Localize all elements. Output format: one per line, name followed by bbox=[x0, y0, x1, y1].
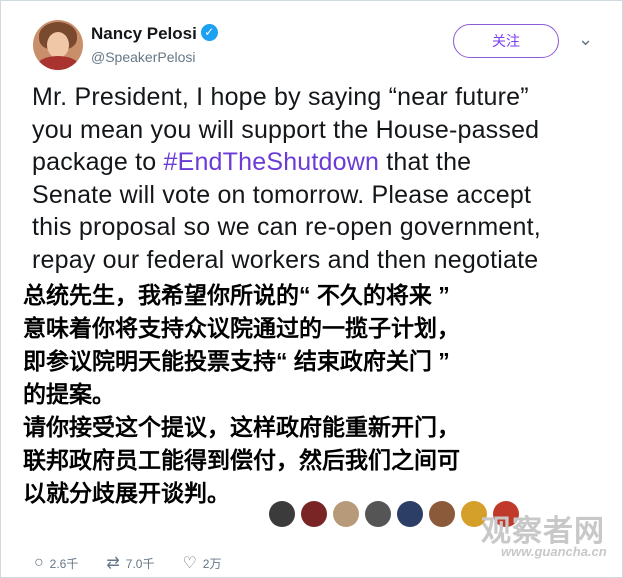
translation-line: 意味着你将支持众议院通过的一揽子计划， bbox=[23, 315, 460, 341]
tweet-text: Mr. President, I hope by saying “near fu… bbox=[32, 81, 607, 276]
retweet-count: 7.0千 bbox=[125, 556, 155, 571]
tweet-line: Mr. President, I hope by saying “near fu… bbox=[32, 83, 529, 111]
watermark-url: www.guancha.cn bbox=[501, 544, 607, 559]
liker-avatar[interactable] bbox=[429, 501, 455, 527]
like-count: 2万 bbox=[202, 556, 222, 571]
heart-icon: ♡ bbox=[182, 555, 197, 572]
hashtag-link[interactable]: #EndTheShutdown bbox=[163, 148, 379, 176]
translation-line: 即参议院明天能投票支持“ 结束政府关门 ” bbox=[23, 348, 450, 374]
verified-badge-icon: ✓ bbox=[200, 24, 218, 41]
author-handle[interactable]: @SpeakerPelosi bbox=[91, 49, 218, 65]
tweet-actions: ○ 2.6千 ⇄ 7.0千 ♡ 2万 bbox=[34, 552, 249, 574]
tweet-line: Senate will vote on tomorrow. Please acc… bbox=[32, 180, 532, 209]
translation-line: 联邦政府员工能得到偿付，然后我们之间可 bbox=[23, 447, 460, 473]
liker-avatar[interactable] bbox=[333, 501, 359, 527]
translation-line: 请你接受这个提议，这样政府能重新开门， bbox=[23, 414, 460, 440]
follow-button[interactable]: 关注 bbox=[453, 24, 559, 58]
tweet-card: Nancy Pelosi ✓ @SpeakerPelosi 关注 ⌄ Mr. Pr… bbox=[0, 0, 623, 578]
chevron-down-icon[interactable]: ⌄ bbox=[578, 29, 593, 50]
retweet-action[interactable]: ⇄ 7.0千 bbox=[106, 553, 154, 573]
liker-avatar[interactable] bbox=[301, 501, 327, 527]
avatar[interactable] bbox=[33, 20, 83, 70]
author-name[interactable]: Nancy Pelosi bbox=[91, 24, 197, 44]
like-action[interactable]: ♡ 2万 bbox=[182, 553, 221, 573]
retweet-icon: ⇄ bbox=[106, 555, 120, 572]
liker-avatar[interactable] bbox=[365, 501, 391, 527]
translation-line: 总统先生，我希望你所说的“ 不久的将来 ” bbox=[23, 282, 450, 308]
reply-icon: ○ bbox=[34, 554, 44, 571]
tweet-line: you mean you will support the House-pass… bbox=[32, 115, 540, 144]
translation-overlay: 总统先生，我希望你所说的“ 不久的将来 ” 意味着你将支持众议院通过的一揽子计划… bbox=[23, 279, 583, 510]
tweet-line: package to #EndTheShutdown that the bbox=[32, 148, 472, 176]
reply-action[interactable]: ○ 2.6千 bbox=[34, 554, 78, 572]
tweet-line: this proposal so we can re-open governme… bbox=[32, 213, 541, 241]
liker-avatar[interactable] bbox=[269, 501, 295, 527]
translation-line: 的提案。 bbox=[23, 381, 115, 407]
tweet-line: repay our federal workers and then negot… bbox=[32, 245, 539, 274]
liker-avatar[interactable] bbox=[397, 501, 423, 527]
author-block: Nancy Pelosi ✓ @SpeakerPelosi bbox=[91, 24, 218, 65]
tweet-header: Nancy Pelosi ✓ @SpeakerPelosi 关注 ⌄ bbox=[33, 16, 602, 72]
reply-count: 2.6千 bbox=[49, 556, 79, 571]
